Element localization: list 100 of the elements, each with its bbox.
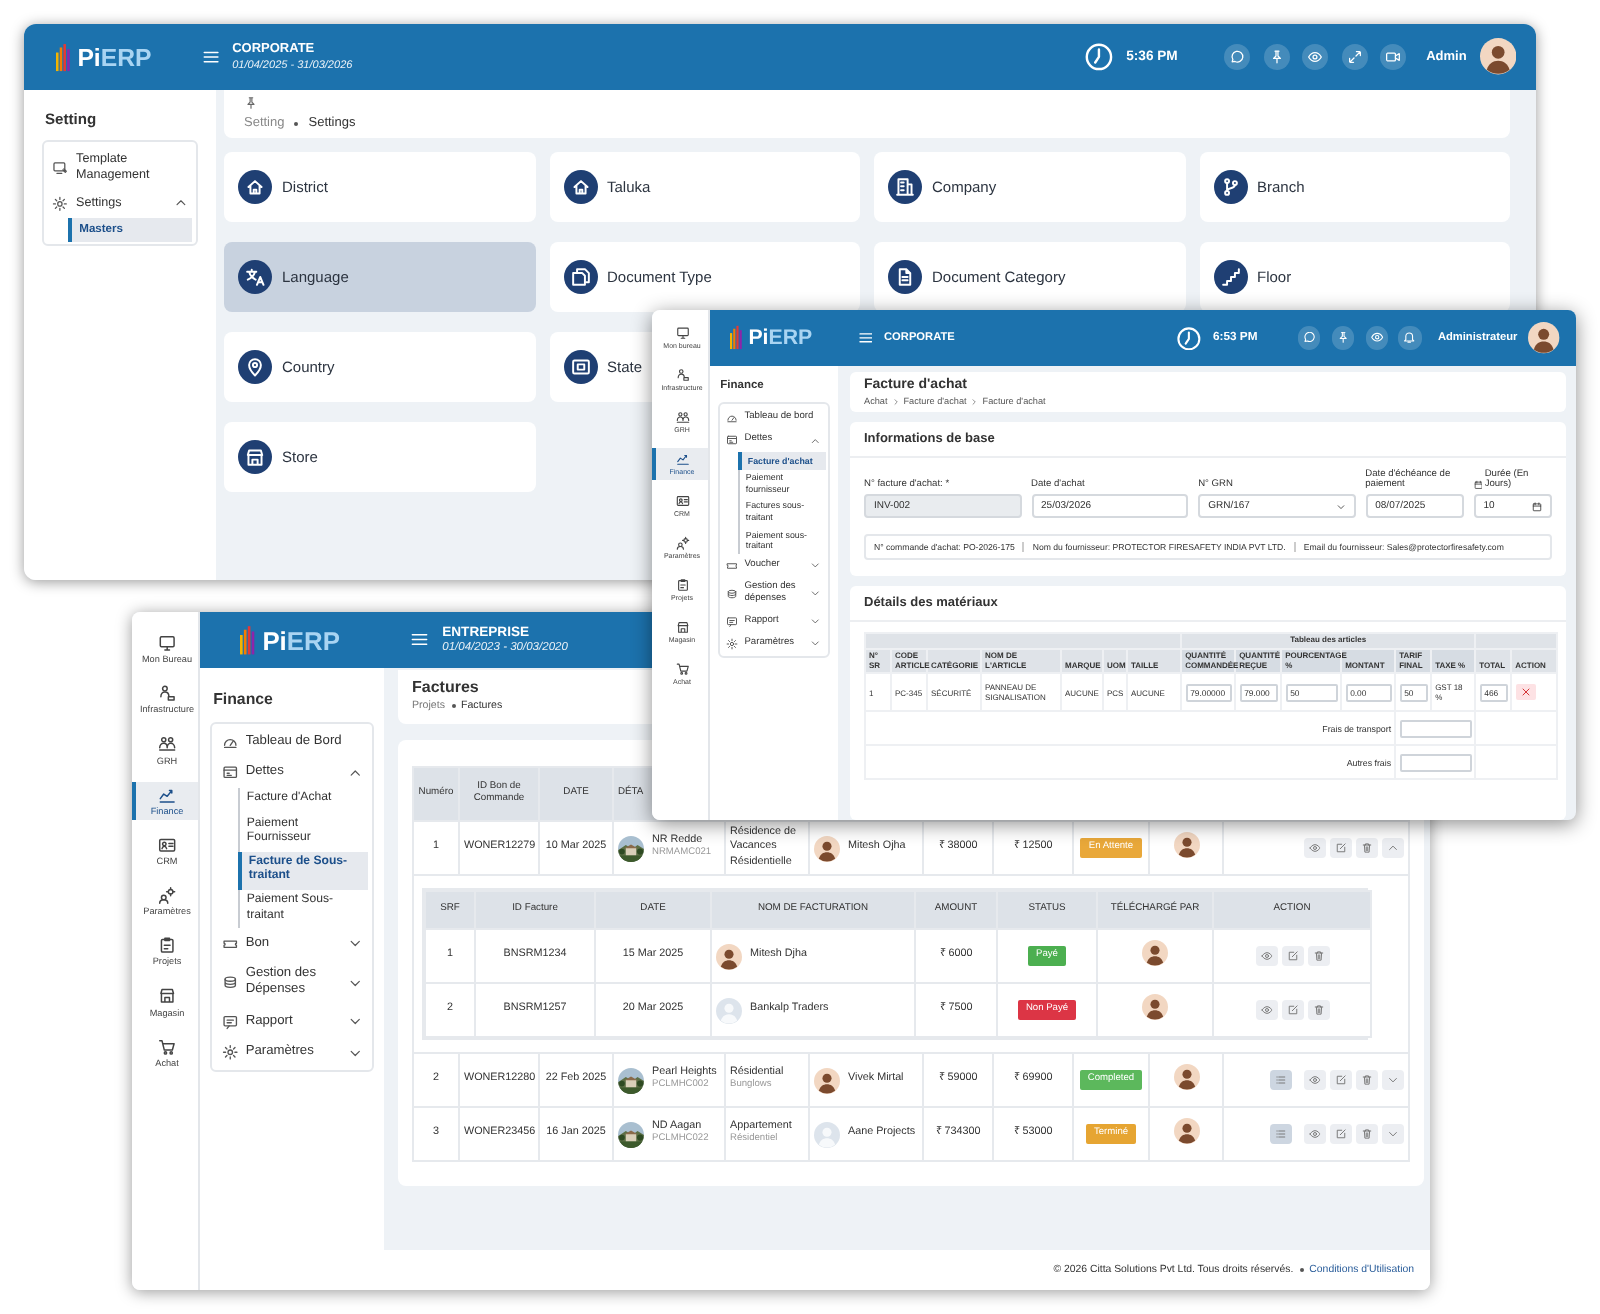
chevron-down-icon	[348, 936, 363, 952]
ticket-icon	[221, 935, 238, 953]
view-button[interactable]	[1304, 1124, 1326, 1144]
avatar	[1173, 831, 1199, 858]
logo-icon	[730, 324, 745, 352]
coins-icon	[221, 974, 238, 992]
trash-icon	[1360, 842, 1374, 854]
calendar-icon	[1532, 501, 1542, 511]
delete-button[interactable]	[1307, 946, 1329, 966]
settings-icon	[726, 637, 739, 650]
eye-icon[interactable]	[1365, 326, 1388, 350]
chevron-down-icon	[810, 559, 822, 571]
expand-icon[interactable]	[1341, 44, 1368, 70]
house-icon	[238, 170, 272, 204]
eye-icon	[1308, 842, 1322, 854]
delete-button[interactable]	[1356, 838, 1378, 858]
edit-button[interactable]	[1281, 1000, 1303, 1020]
delete-button[interactable]	[1515, 684, 1536, 701]
list-icon	[1274, 1128, 1288, 1140]
chat-icon[interactable]	[1298, 326, 1321, 350]
users-icon	[157, 734, 177, 754]
menu-icon[interactable]	[857, 330, 873, 346]
report-button[interactable]	[1270, 1070, 1292, 1090]
chevron-up-icon	[173, 196, 188, 211]
brand-name: PiERP	[262, 625, 340, 655]
edit-icon	[1285, 1004, 1299, 1016]
delete-button[interactable]	[1356, 1070, 1378, 1090]
edit-button[interactable]	[1330, 838, 1352, 858]
eye-icon	[1308, 1128, 1322, 1140]
page-title: Factures	[412, 678, 479, 696]
chart-icon	[675, 452, 689, 466]
clipboard-icon	[675, 578, 689, 592]
id-card-icon	[675, 494, 689, 508]
pin-icon[interactable]	[1263, 44, 1290, 70]
location-pin-icon	[238, 350, 272, 384]
clipboard-icon	[157, 936, 177, 955]
pin-icon[interactable]	[1331, 326, 1354, 350]
chevron-down-icon	[348, 975, 363, 991]
view-button[interactable]	[1304, 838, 1326, 858]
edit-icon	[1334, 842, 1348, 854]
gauge-icon	[726, 411, 739, 424]
chevron-up-icon	[348, 765, 363, 780]
avatar	[1173, 1063, 1199, 1090]
edit-icon	[1334, 1128, 1348, 1140]
avatar	[1142, 939, 1168, 966]
bell-icon[interactable]	[1398, 326, 1422, 350]
brand-name: PiERP	[748, 326, 813, 350]
view-button[interactable]	[1255, 1000, 1277, 1020]
eye-icon	[1308, 1074, 1322, 1086]
documents-icon	[563, 260, 597, 294]
avatar	[1142, 993, 1168, 1020]
clock-icon	[1083, 42, 1114, 72]
trash-icon	[1311, 950, 1325, 962]
avatar	[1528, 322, 1560, 354]
template-icon	[52, 159, 69, 175]
id-card-icon	[157, 835, 177, 854]
wallet-icon	[726, 434, 739, 447]
trash-icon	[1311, 1004, 1325, 1016]
chevron-down-icon	[1386, 1074, 1400, 1086]
stairs-icon	[1213, 260, 1247, 294]
cart-icon	[157, 1037, 177, 1056]
eye-icon	[1259, 950, 1273, 962]
calendar-icon	[1473, 480, 1483, 490]
chevron-down-icon	[348, 1014, 363, 1029]
eye-icon[interactable]	[1302, 44, 1329, 70]
list-icon	[1274, 1074, 1288, 1086]
store-icon	[157, 986, 177, 1005]
edit-button[interactable]	[1330, 1070, 1352, 1090]
video-icon[interactable]	[1380, 44, 1407, 70]
chevron-up-icon	[810, 435, 822, 446]
translate-icon	[238, 260, 272, 294]
avatar	[1479, 38, 1516, 76]
store-icon	[238, 440, 272, 474]
menu-icon[interactable]	[201, 47, 220, 67]
menu-icon[interactable]	[409, 630, 429, 650]
edit-button[interactable]	[1330, 1124, 1352, 1144]
house-icon	[563, 170, 597, 204]
input-field[interactable]	[1399, 719, 1472, 738]
users-icon	[675, 410, 689, 424]
input-field[interactable]	[1399, 753, 1472, 772]
delete-button[interactable]	[1356, 1124, 1378, 1144]
clock-icon	[1176, 325, 1202, 351]
edit-button[interactable]	[1281, 946, 1303, 966]
trash-icon	[1360, 1128, 1374, 1140]
report-button[interactable]	[1270, 1124, 1292, 1144]
edit-icon	[1334, 1074, 1348, 1086]
chat-icon[interactable]	[1224, 44, 1251, 70]
pin-icon	[244, 96, 258, 110]
eye-icon	[1259, 1004, 1273, 1016]
view-button[interactable]	[1304, 1070, 1326, 1090]
close-icon	[1519, 686, 1532, 699]
delete-button[interactable]	[1307, 1000, 1329, 1020]
chart-icon	[157, 785, 177, 804]
view-button[interactable]	[1255, 946, 1277, 966]
chevron-down-icon	[1335, 501, 1346, 511]
settings-icon	[221, 1044, 238, 1061]
logo-icon	[56, 41, 73, 73]
trash-icon	[1360, 1074, 1374, 1086]
monitor-icon	[675, 326, 689, 340]
people-settings-icon	[675, 536, 689, 550]
